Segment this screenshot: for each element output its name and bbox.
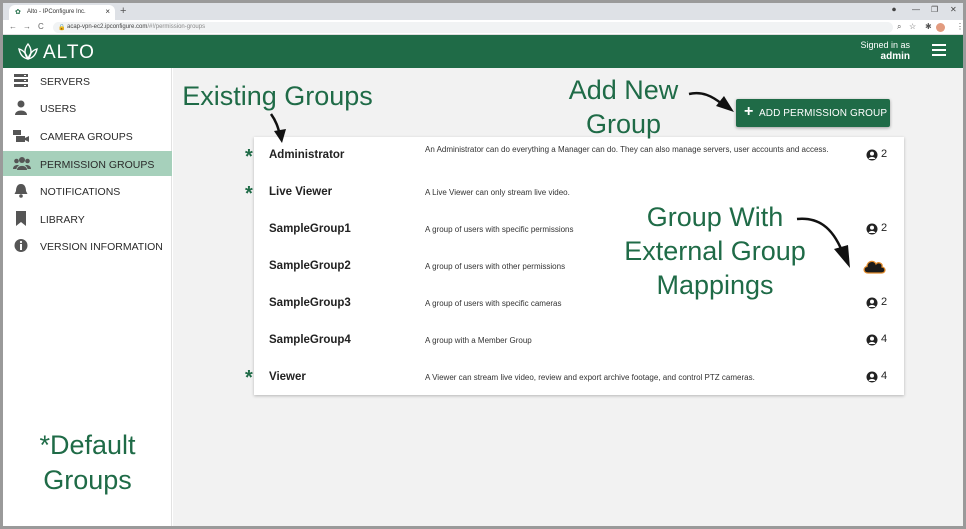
- plus-icon: +: [744, 103, 754, 120]
- close-window-button[interactable]: ✕: [950, 5, 957, 14]
- table-row[interactable]: Viewer A Viewer can stream live video, r…: [254, 359, 904, 396]
- sidebar-item-version-information[interactable]: VERSION INFORMATION: [3, 233, 172, 258]
- user-count: 2: [881, 296, 888, 308]
- camera-icon: [13, 130, 29, 142]
- user-count-icon: [866, 371, 878, 383]
- group-description: An Administrator can do everything a Man…: [425, 145, 829, 154]
- sidebar-item-camera-groups[interactable]: CAMERA GROUPS: [3, 123, 172, 148]
- zoom-icon[interactable]: ⌕: [897, 22, 901, 32]
- table-row[interactable]: SampleGroup4 A group with a Member Group…: [254, 322, 904, 359]
- user-icon: [15, 100, 27, 115]
- main-content: + ADD PERMISSION GROUP Administrator An …: [173, 68, 963, 526]
- forward-button[interactable]: →: [23, 22, 31, 31]
- sidebar-item-label: SERVERS: [40, 76, 90, 88]
- add-button-label: ADD PERMISSION GROUP: [759, 108, 888, 119]
- info-icon: [14, 239, 28, 252]
- sidebar-item-label: VERSION INFORMATION: [40, 241, 163, 253]
- group-name: Administrator: [269, 149, 345, 161]
- server-icon: [14, 74, 28, 87]
- user-count-icon: [866, 223, 878, 235]
- bookmark-icon: [16, 211, 26, 226]
- group-description: A group with a Member Group: [425, 336, 532, 345]
- group-name: SampleGroup3: [269, 297, 351, 309]
- user-count: 2: [881, 148, 888, 160]
- add-new-line2: Group: [585, 109, 662, 139]
- profile-avatar[interactable]: [936, 23, 945, 32]
- group-name: SampleGroup4: [269, 334, 351, 346]
- default-note-line1: *Default: [39, 430, 136, 460]
- bell-icon: [14, 184, 28, 198]
- sidebar-item-library[interactable]: LIBRARY: [3, 206, 172, 231]
- url-path: /#!/permission-groups: [147, 24, 206, 30]
- user-count-icon: [866, 297, 878, 309]
- default-marker-live-viewer: *: [245, 183, 253, 205]
- group-name: SampleGroup2: [269, 260, 351, 272]
- sidebar-item-permission-groups[interactable]: PERMISSION GROUPS: [3, 151, 172, 176]
- back-button[interactable]: ←: [9, 22, 17, 31]
- annotation-existing-groups: Existing Groups: [182, 81, 373, 111]
- user-count: 4: [881, 333, 888, 345]
- default-marker-administrator: *: [245, 146, 253, 168]
- arrow-add-new-group: [688, 91, 734, 112]
- sidebar-item-label: NOTIFICATIONS: [40, 186, 121, 198]
- username: admin: [880, 51, 910, 62]
- logo-text: ALTO: [43, 42, 95, 63]
- external-line3: Mappings: [656, 270, 774, 300]
- sidebar-item-label: LIBRARY: [40, 214, 85, 226]
- group-name: Live Viewer: [269, 186, 333, 198]
- group-name: SampleGroup1: [269, 223, 351, 235]
- extensions-icon[interactable]: ✱: [925, 22, 932, 31]
- lotus-logo-icon: [18, 42, 38, 61]
- group-icon: [13, 157, 31, 170]
- default-marker-viewer: *: [245, 367, 253, 389]
- screenshot-frame: ✿ Alto - IPConfigure Inc. × + ⏺ — ❐ ✕ ← …: [0, 0, 966, 529]
- user-count: 2: [881, 222, 888, 234]
- signed-in-info: Signed in as admin: [860, 40, 910, 62]
- url-input[interactable]: 🔒 acap-vpn-ec2.ipconfigure.com/#!/permis…: [53, 22, 893, 33]
- add-permission-group-button[interactable]: + ADD PERMISSION GROUP: [736, 99, 890, 127]
- sidebar-item-label: CAMERA GROUPS: [40, 131, 133, 143]
- maximize-button[interactable]: ❐: [931, 5, 938, 14]
- user-count-icon: [866, 149, 878, 161]
- group-description: A Viewer can stream live video, review a…: [425, 373, 755, 382]
- minimize-button[interactable]: —: [912, 5, 920, 14]
- alto-logo[interactable]: ALTO: [17, 41, 97, 63]
- lock-icon: 🔒: [58, 25, 66, 31]
- sidebar-item-label: USERS: [40, 103, 77, 115]
- sidebar: SERVERS USERS CAMERA GROUPS PERMISSION G…: [3, 68, 172, 526]
- hamburger-menu-icon[interactable]: [932, 44, 946, 56]
- new-tab-button[interactable]: +: [120, 5, 126, 17]
- browser-tab-bar: ✿ Alto - IPConfigure Inc. × + ⏺ — ❐ ✕: [3, 3, 963, 20]
- signed-in-label: Signed in as: [860, 40, 910, 50]
- default-note-line2: Groups: [43, 465, 132, 495]
- sidebar-item-label: PERMISSION GROUPS: [40, 159, 155, 171]
- reload-button[interactable]: C: [38, 22, 44, 31]
- star-icon[interactable]: ☆: [909, 22, 916, 31]
- group-name: Viewer: [269, 371, 306, 383]
- more-icon[interactable]: ⋮: [956, 22, 963, 31]
- default-groups-note: *Default Groups: [3, 428, 172, 498]
- browser-address-bar: ← → C 🔒 acap-vpn-ec2.ipconfigure.com/#!/…: [3, 20, 963, 35]
- annotation-add-new-group: Add New Group: [551, 73, 696, 141]
- table-row[interactable]: Administrator An Administrator can do ev…: [254, 137, 904, 174]
- app-header: ALTO Signed in as admin: [3, 35, 963, 68]
- alto-favicon-icon: ✿: [15, 9, 21, 16]
- user-count: 4: [881, 370, 888, 382]
- cloud-icon: [863, 260, 886, 274]
- browser-tab-title: Alto - IPConfigure Inc.: [27, 9, 86, 15]
- arrow-external-mappings: [796, 217, 850, 268]
- browser-tab[interactable]: ✿ Alto - IPConfigure Inc. ×: [9, 5, 115, 20]
- group-description: A Live Viewer can only stream live video…: [425, 188, 570, 197]
- arrow-existing-groups: [269, 113, 286, 143]
- user-count-icon: [866, 334, 878, 346]
- sidebar-item-notifications[interactable]: NOTIFICATIONS: [3, 178, 172, 203]
- sidebar-item-servers[interactable]: SERVERS: [3, 68, 172, 93]
- url-host: acap-vpn-ec2.ipconfigure.com: [67, 24, 148, 30]
- tab-close-icon[interactable]: ×: [105, 7, 110, 16]
- add-new-line1: Add New: [568, 75, 679, 105]
- sidebar-item-users[interactable]: USERS: [3, 95, 172, 120]
- record-icon: ⏺: [892, 5, 896, 14]
